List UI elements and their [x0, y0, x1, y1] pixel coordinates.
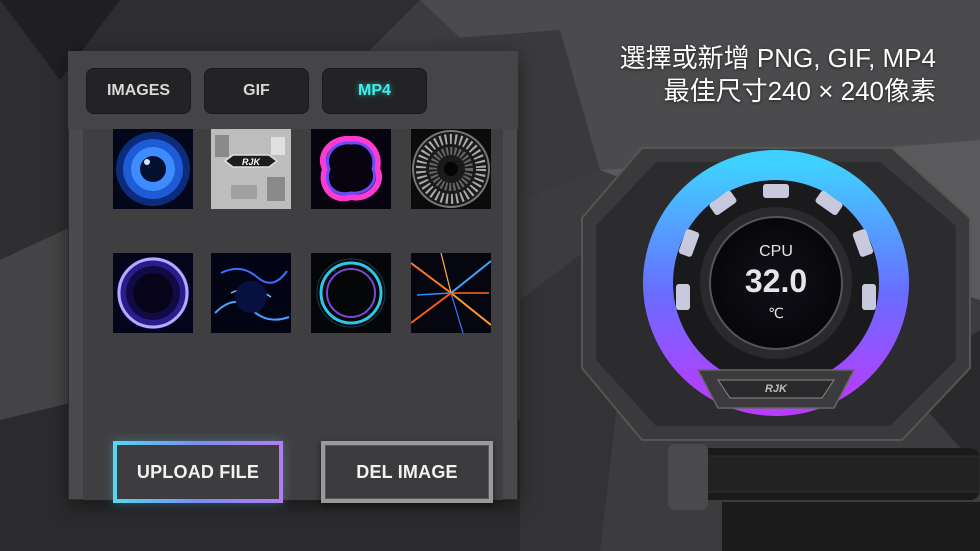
pump-label-cpu: CPU: [759, 243, 793, 260]
thumbnail-grid: RJK UPLOAD FILE DEL IMAGE: [83, 129, 503, 503]
pump-temperature-unit: ℃: [768, 305, 784, 321]
thumb-electric-sphere[interactable]: [113, 253, 193, 333]
pump-temperature-value: 32.0: [744, 263, 808, 299]
thumb-turbine[interactable]: [411, 129, 491, 209]
thumb-blue-energy[interactable]: [211, 253, 291, 333]
tab-mp4[interactable]: MP4: [322, 68, 427, 114]
thumb-blue-eye[interactable]: [113, 129, 193, 209]
thumb-neon-ring-cyan[interactable]: [311, 253, 391, 333]
tab-bar: IMAGES GIF MP4: [68, 51, 518, 129]
tab-gif[interactable]: GIF: [204, 68, 309, 114]
upload-instructions: 選擇或新增 PNG, GIF, MP4 最佳尺寸240 × 240像素: [620, 42, 936, 108]
media-panel: IMAGES GIF MP4 RJK UPLOAD FILE DEL IMAGE: [68, 51, 518, 503]
upload-file-button[interactable]: UPLOAD FILE: [113, 441, 283, 503]
cooler-pump: [581, 147, 980, 551]
thumb-light-streaks[interactable]: [411, 253, 491, 333]
thumb-rjk-logo[interactable]: RJK: [211, 129, 291, 209]
heading-line-formats: 選擇或新增 PNG, GIF, MP4: [619, 43, 936, 73]
tab-images[interactable]: IMAGES: [86, 68, 191, 114]
tubes: [668, 444, 980, 551]
heading-line-size: 最佳尺寸240 × 240像素: [663, 76, 936, 106]
pump-logo: RJK: [764, 383, 787, 395]
delete-image-button[interactable]: DEL IMAGE: [321, 441, 493, 503]
rjk-logo-text: RJK: [242, 157, 262, 167]
thumb-neon-ring-pink[interactable]: [311, 129, 391, 209]
